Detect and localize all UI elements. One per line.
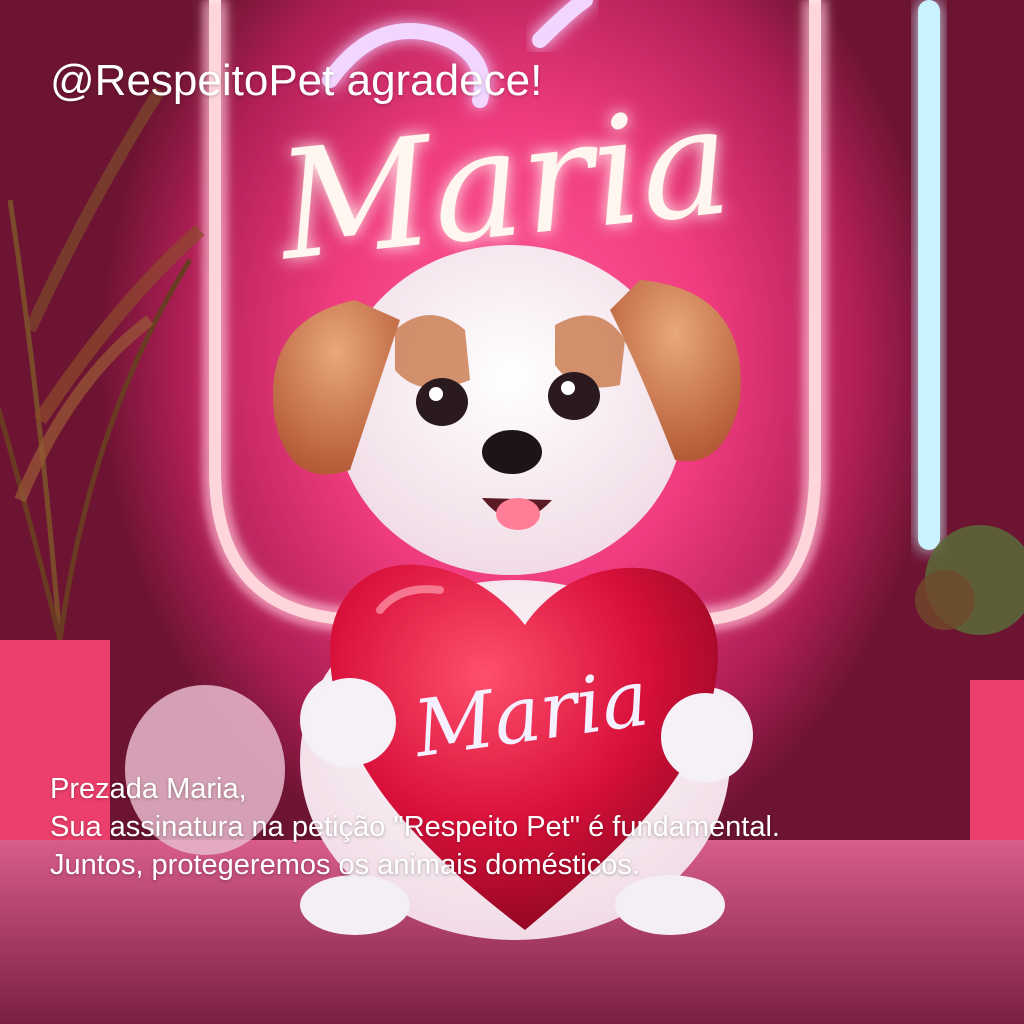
thank-you-card: Maria Maria @RespeitoPet agradece! Preza… <box>0 0 1024 1024</box>
thank-you-message: Prezada Maria, Sua assinatura na petição… <box>50 770 780 884</box>
puppy-eye-left <box>416 378 468 426</box>
puppy-eye-right <box>548 372 600 420</box>
message-line-2: Juntos, protegeremos os animais doméstic… <box>50 849 640 881</box>
puppy-tongue <box>496 498 540 530</box>
plant-right <box>915 525 1024 840</box>
message-line-1: Sua assinatura na petição "Respeito Pet"… <box>50 811 780 843</box>
plant-pot-right <box>970 680 1024 840</box>
message-greeting: Prezada Maria, <box>50 773 247 805</box>
headline: @RespeitoPet agradece! <box>50 56 543 105</box>
blue-neon-tube <box>918 0 940 550</box>
puppy-nose <box>482 430 542 474</box>
